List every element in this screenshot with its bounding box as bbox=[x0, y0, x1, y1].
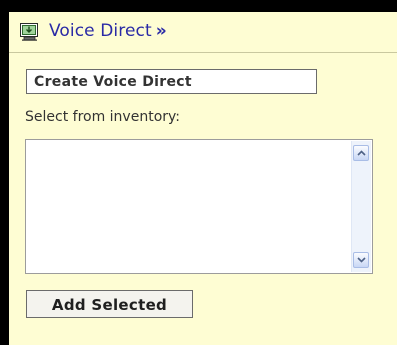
panel-title: Voice Direct bbox=[49, 21, 152, 41]
chevron-up-icon bbox=[357, 150, 366, 156]
scroll-up-button[interactable] bbox=[353, 145, 369, 161]
inventory-listbox[interactable] bbox=[25, 139, 373, 274]
panel-header: Voice Direct» bbox=[9, 12, 397, 53]
panel-title-link[interactable]: Voice Direct» bbox=[49, 21, 167, 41]
voice-direct-panel: Voice Direct» Create Voice Direct Select… bbox=[9, 12, 397, 345]
scroll-down-button[interactable] bbox=[353, 252, 369, 268]
inventory-scrollbar[interactable] bbox=[351, 141, 371, 272]
double-chevron-right-icon: » bbox=[155, 21, 167, 41]
chevron-down-icon bbox=[357, 257, 366, 263]
monitor-download-icon bbox=[20, 23, 39, 41]
create-voice-direct-button[interactable]: Create Voice Direct bbox=[26, 69, 317, 94]
window-frame: Voice Direct» Create Voice Direct Select… bbox=[0, 0, 397, 345]
add-selected-button[interactable]: Add Selected bbox=[26, 290, 193, 318]
inventory-label: Select from inventory: bbox=[25, 109, 180, 125]
